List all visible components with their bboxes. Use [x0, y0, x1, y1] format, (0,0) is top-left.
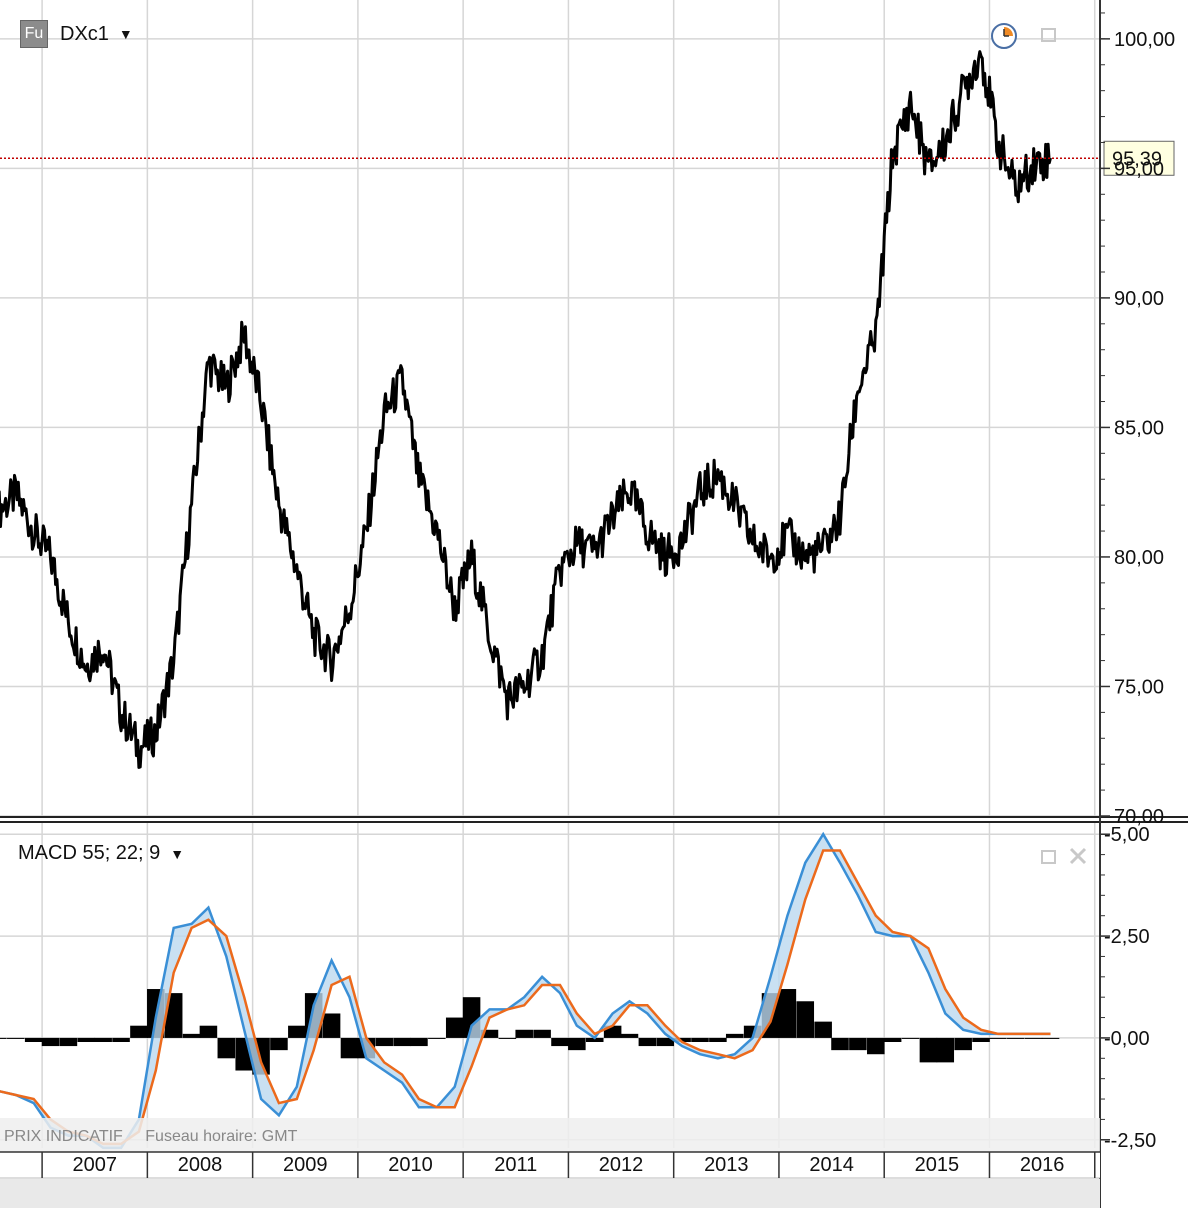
histogram-bar — [551, 1037, 569, 1047]
histogram-bar — [393, 1037, 411, 1047]
histogram-bar — [7, 1037, 25, 1039]
histogram-bar — [77, 1037, 96, 1042]
histogram-bar — [533, 1029, 551, 1038]
symbol-label: DXc1 — [60, 22, 109, 45]
histogram-bar — [867, 1037, 885, 1055]
y-tick-label: 85,00 — [1114, 417, 1164, 439]
y-tick-label: 75,00 — [1114, 676, 1164, 698]
histogram-bar — [849, 1037, 867, 1051]
histogram-bar — [1041, 1037, 1060, 1039]
histogram-bar — [445, 1017, 464, 1038]
histogram-bar — [1024, 1037, 1043, 1039]
histogram-bar — [831, 1037, 849, 1051]
histogram-bar — [375, 1037, 393, 1047]
histogram-bar — [883, 1037, 902, 1042]
chevron-down-icon: ▼ — [118, 26, 133, 42]
chart-svg: 95,39100,0095,0090,0085,0080,0075,0070,0… — [0, 0, 1188, 1208]
histogram-bar — [515, 1029, 533, 1038]
histogram-bar — [94, 1037, 112, 1042]
futures-badge-icon: Fu — [20, 20, 48, 48]
histogram-bar — [568, 1037, 586, 1051]
macd-selector[interactable]: MACD 55; 22; 9 ▼ — [18, 842, 184, 865]
histogram-bar — [498, 1037, 517, 1039]
y-tick-label: -5,00 — [1104, 824, 1150, 846]
histogram-bar — [199, 1025, 218, 1038]
histogram-bar — [24, 1037, 43, 1042]
histogram-bar — [410, 1037, 428, 1047]
y-tick-label: 100,00 — [1114, 29, 1175, 51]
chart-root: 95,39 100,00 95,00 90,00 85,00 80,00 75,00 70,0… — [0, 0, 1188, 1208]
footnote: PRIX INDICATIF Fuseau horaire: GMT — [4, 1128, 315, 1146]
histogram-bar — [814, 1021, 832, 1038]
scroll-area — [0, 1179, 1100, 1208]
y-tick-label: -2,50 — [1104, 926, 1150, 948]
histogram-bar — [901, 1037, 920, 1039]
histogram-bar — [288, 1025, 306, 1038]
close-icon[interactable] — [1068, 846, 1088, 872]
histogram-bar — [936, 1037, 955, 1063]
restore-icon[interactable] — [1040, 848, 1058, 872]
x-tick-label: 2009 — [283, 1154, 328, 1176]
histogram-bar — [989, 1037, 1007, 1039]
histogram-bar — [130, 1025, 148, 1038]
histogram-bar — [638, 1037, 657, 1047]
histogram-bar — [322, 1013, 341, 1038]
footnote-timezone: Fuseau horaire: GMT — [145, 1128, 298, 1145]
histogram-bar — [217, 1037, 236, 1059]
histogram-bar — [796, 1001, 815, 1038]
y-tick-label: 90,00 — [1114, 288, 1164, 310]
y-tick-label: --2,50 — [1104, 1130, 1156, 1152]
histogram-bar — [428, 1037, 446, 1039]
x-tick-label: 2012 — [599, 1154, 644, 1176]
histogram-bar — [972, 1037, 990, 1042]
x-tick-label: 2007 — [72, 1154, 117, 1176]
histogram-bar — [112, 1037, 130, 1042]
x-tick-label: 2015 — [915, 1154, 960, 1176]
y-tick-label: 80,00 — [1114, 547, 1164, 569]
x-tick-label: 2010 — [388, 1154, 433, 1176]
x-tick-label: 2014 — [809, 1154, 854, 1176]
x-tick-label: 2011 — [494, 1154, 537, 1176]
histogram-bar — [41, 1037, 60, 1047]
y-tick-label: 95,00 — [1114, 158, 1164, 180]
histogram-bar — [182, 1033, 201, 1038]
clock-icon[interactable] — [990, 22, 1018, 56]
histogram-bar — [0, 1037, 7, 1039]
histogram-bar — [778, 989, 797, 1038]
histogram-bar — [340, 1037, 359, 1059]
histogram-bar — [691, 1037, 709, 1042]
histogram-bar — [59, 1037, 78, 1047]
y-tick-label: -0,00 — [1104, 1028, 1150, 1050]
footnote-indicative: PRIX INDICATIF — [4, 1128, 123, 1145]
chevron-down-icon: ▼ — [170, 845, 185, 862]
histogram-bar — [954, 1037, 972, 1051]
restore-icon[interactable] — [1040, 26, 1058, 50]
x-tick-label: 2013 — [704, 1154, 749, 1176]
histogram-bar — [270, 1037, 288, 1051]
symbol-selector[interactable]: Fu DXc1 ▼ — [20, 20, 133, 48]
histogram-bar — [725, 1033, 744, 1038]
x-tick-label: 2008 — [178, 1154, 223, 1176]
histogram-bar — [919, 1037, 938, 1063]
x-tick-label: 2016 — [1020, 1154, 1065, 1176]
macd-title: MACD 55; 22; 9 — [18, 842, 161, 864]
histogram-bar — [1007, 1037, 1025, 1039]
histogram-bar — [709, 1037, 727, 1042]
histogram-bar — [620, 1033, 639, 1038]
